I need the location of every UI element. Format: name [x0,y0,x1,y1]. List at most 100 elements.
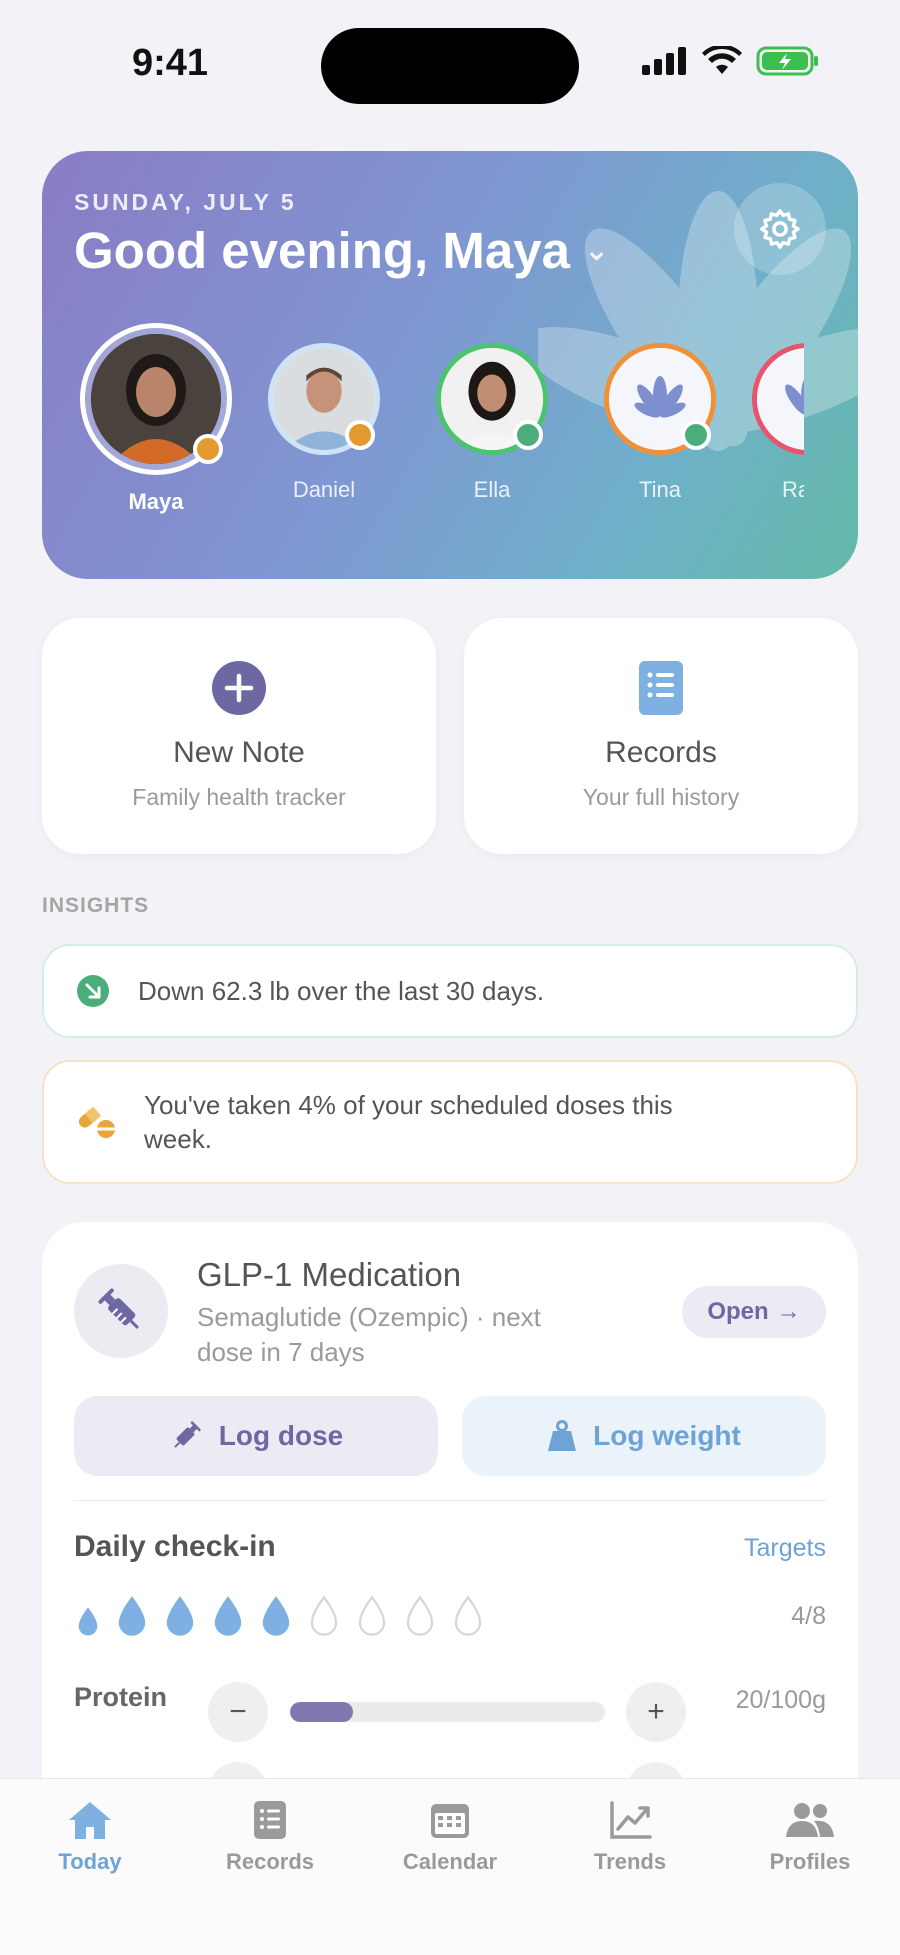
profile-tina[interactable]: Tina [576,323,744,515]
status-icons [642,46,820,76]
dose-insight-text: You've taken 4% of your scheduled doses … [144,1090,673,1154]
log-dose-button[interactable]: Log dose [74,1396,438,1476]
tab-records[interactable]: Records [180,1779,360,1955]
plus-circle-icon [211,660,267,716]
new-note-title: New Note [173,736,305,769]
weight-insight-text: Down 62.3 lb over the last 30 days. [138,976,545,1006]
water-drop-icon[interactable] [210,1594,246,1638]
status-dot [681,420,711,450]
water-drop-icon[interactable] [258,1594,294,1638]
profile-name: Ella [473,477,511,502]
log-weight-button[interactable]: Log weight [462,1396,826,1476]
profile-name: Tina [639,477,681,502]
protein-progress-fill [290,1702,353,1722]
greeting-text: Good evening, Maya [74,222,570,279]
greeting-header-card: SUNDAY, JULY 5 Good evening, Maya ⌄ Maya [42,151,858,579]
chevron-down-icon: ⌄ [583,234,610,267]
avatar [436,343,548,455]
new-note-card[interactable]: New Note Family health tracker [42,618,436,854]
gear-icon [760,209,800,249]
profile-maya[interactable]: Maya [72,323,240,515]
water-drop-empty-icon[interactable] [354,1594,390,1638]
water-drop-empty-icon[interactable] [306,1594,342,1638]
lotus-icon [634,376,686,418]
tab-label: Profiles [769,1849,851,1874]
status-dot [513,420,543,450]
profiles-icon [786,1803,834,1837]
water-count: 4/8 [791,1602,826,1630]
profile-ra[interactable]: Ra [744,323,804,515]
settings-button[interactable] [734,183,826,275]
medication-title: GLP-1 Medication [197,1256,462,1293]
syringe-icon [74,1264,168,1358]
calendar-icon [431,1804,469,1838]
pills-icon [78,1106,115,1138]
protein-value: 20/100g [735,1686,826,1714]
current-date: SUNDAY, JULY 5 [74,189,297,215]
medication-card: GLP-1 Medication Semaglutide (Ozempic) ·… [42,1222,858,1822]
water-drop-icon[interactable] [114,1594,150,1638]
water-drop-empty-icon[interactable] [402,1594,438,1638]
avatar [752,343,804,455]
protein-progress-bar [290,1702,605,1722]
tab-today[interactable]: Today [0,1779,180,1955]
water-drop-icon[interactable] [74,1604,102,1638]
tab-label: Calendar [402,1849,498,1874]
tab-bar: Today Records Calendar Trends Profiles [0,1778,900,1955]
open-medication-button[interactable]: Open → [682,1286,826,1338]
targets-link[interactable]: Targets [744,1534,826,1563]
lotus-icon [785,379,804,415]
status-time: 9:41 [132,42,209,84]
protein-label: Protein [74,1682,168,1712]
tab-trends[interactable]: Trends [540,1779,720,1955]
log-dose-label: Log dose [218,1420,344,1451]
divider [74,1500,826,1501]
profile-daniel[interactable]: Daniel [240,323,408,515]
trend-down-icon [77,975,109,1007]
arrow-right-icon: → [776,1298,801,1325]
daily-checkin-title: Daily check-in [74,1530,276,1563]
water-tracker [74,1594,486,1638]
tab-profiles[interactable]: Profiles [720,1779,900,1955]
insights-heading: INSIGHTS [42,894,150,917]
protein-decrease-button[interactable]: − [208,1682,268,1742]
profile-switcher[interactable]: Good evening, Maya ⌄ [74,221,609,280]
open-label: Open [707,1298,769,1325]
profile-name: Daniel [292,477,356,502]
tab-label: Today [58,1849,122,1874]
water-drop-empty-icon[interactable] [450,1594,486,1638]
home-icon [69,1802,111,1839]
avatar [604,343,716,455]
records-card[interactable]: Records Your full history [464,618,858,854]
records-subtitle: Your full history [582,784,740,810]
trends-icon [610,1801,652,1839]
profile-name: Maya [128,489,184,514]
dynamic-island [321,28,579,104]
battery-icon [756,46,818,76]
profile-list: Maya Daniel Ella Tina R [72,323,804,515]
water-drop-icon[interactable] [162,1594,198,1638]
new-note-subtitle: Family health tracker [132,784,346,810]
status-dot [193,434,223,464]
weight-insight[interactable]: Down 62.3 lb over the last 30 days. [42,944,858,1038]
tab-calendar[interactable]: Calendar [360,1779,540,1955]
status-bar: 9:41 [0,0,900,130]
status-dot [345,420,375,450]
wifi-icon [702,46,742,74]
records-title: Records [605,736,717,769]
weight-icon [548,1420,577,1451]
tab-label: Trends [593,1849,667,1874]
minus-icon: − [229,1695,247,1728]
medication-subtitle: Semaglutide (Ozempic) · next dose in 7 d… [197,1302,541,1367]
protein-increase-button[interactable]: + [626,1682,686,1742]
records-icon [254,1801,286,1839]
document-list-icon [633,660,689,716]
avatar [268,343,380,455]
syringe-icon [173,1421,201,1448]
profile-name: Ra [782,477,804,502]
avatar [80,323,232,475]
dose-insight[interactable]: You've taken 4% of your scheduled doses … [42,1060,858,1184]
profile-ella[interactable]: Ella [408,323,576,515]
log-weight-label: Log weight [593,1420,741,1451]
cellular-icon [642,47,686,75]
